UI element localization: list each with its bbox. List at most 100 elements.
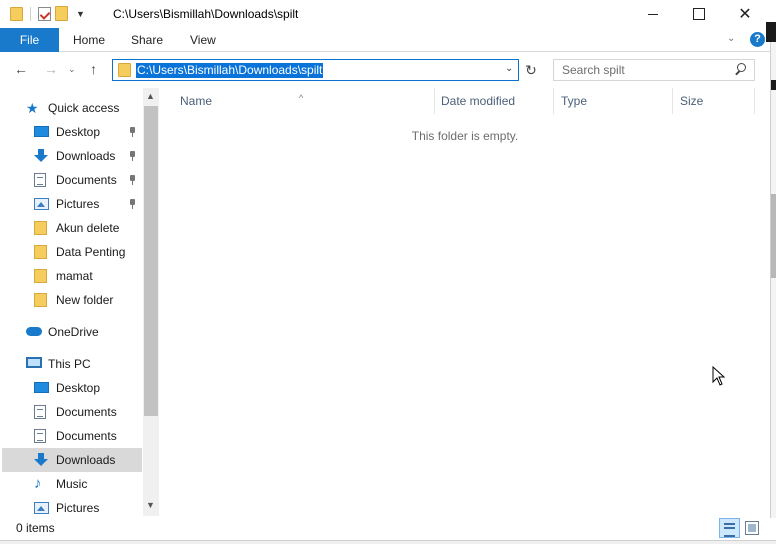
help-icon[interactable]: ?: [750, 32, 765, 47]
window-bottom-border: [0, 540, 776, 544]
star-icon: ★: [26, 100, 39, 116]
sidebar-item-label: This PC: [48, 357, 91, 371]
sidebar-item-label: Documents: [56, 405, 117, 419]
download-arrow-icon: [34, 453, 49, 467]
sidebar-item-pictures[interactable]: Pictures: [2, 192, 142, 216]
refresh-icon[interactable]: ↻: [522, 61, 540, 79]
sidebar-item-downloads[interactable]: Downloads: [2, 144, 142, 168]
sidebar-item-label: Documents: [56, 173, 117, 187]
column-header-name[interactable]: ^ Name: [160, 88, 435, 114]
background-scrollbar-thumb: [771, 194, 776, 278]
sidebar-item-desktop[interactable]: Desktop: [2, 120, 142, 144]
sort-ascending-icon: ^: [299, 93, 304, 103]
sidebar-item-onedrive[interactable]: OneDrive: [2, 320, 142, 344]
sidebar-item-label: Downloads: [56, 149, 116, 163]
column-header-label: Type: [561, 94, 588, 108]
tab-share[interactable]: Share: [121, 28, 173, 52]
folder-icon: [34, 245, 47, 259]
sidebar-item-label: OneDrive: [48, 325, 99, 339]
tab-file[interactable]: File: [0, 28, 59, 52]
document-icon: [34, 429, 46, 443]
address-row: ← → ⌄ ↑ C:\Users\Bismillah\Downloads\spi…: [0, 53, 776, 87]
sidebar-item-pc-pictures[interactable]: Pictures: [2, 496, 142, 516]
sidebar-item-label: Pictures: [56, 501, 100, 515]
document-icon: [34, 173, 46, 187]
navigation-scrollbar[interactable]: ▲ ▼: [143, 88, 159, 516]
column-header-date-modified[interactable]: Date modified: [436, 88, 554, 114]
sidebar-item-this-pc[interactable]: This PC: [2, 352, 142, 376]
sidebar-item-label: mamat: [56, 269, 93, 283]
background-window-edge: [770, 28, 776, 518]
address-bar[interactable]: C:\Users\Bismillah\Downloads\spilt ⌄: [112, 59, 519, 81]
pin-icon[interactable]: [128, 151, 137, 161]
sidebar-item-data-penting[interactable]: Data Penting: [2, 240, 142, 264]
properties-check-icon[interactable]: [38, 6, 51, 21]
sidebar-item-new-folder[interactable]: New folder: [2, 288, 142, 312]
scroll-up-chevron-icon[interactable]: ▲: [146, 91, 155, 101]
column-header-label: Name: [180, 94, 213, 108]
empty-folder-message: This folder is empty.: [411, 129, 519, 143]
scrollbar-thumb[interactable]: [144, 106, 158, 416]
sidebar-item-label: Desktop: [56, 381, 101, 395]
address-path-text[interactable]: C:\Users\Bismillah\Downloads\spilt: [136, 63, 324, 78]
quick-access-toolbar: ▼: [10, 6, 85, 21]
folder-icon: [10, 6, 23, 21]
background-edge-mark: [771, 80, 776, 90]
recent-locations-chevron-icon[interactable]: ⌄: [68, 64, 76, 75]
download-arrow-icon: [34, 149, 49, 163]
tab-view[interactable]: View: [180, 28, 226, 52]
sidebar-item-label: Akun delete: [56, 221, 120, 235]
folder-icon: [34, 269, 47, 283]
status-bar: 0 items: [0, 516, 770, 540]
sidebar-item-pc-documents-2[interactable]: Documents: [2, 424, 142, 448]
scroll-down-chevron-icon[interactable]: ▼: [146, 500, 155, 510]
sidebar-item-pc-documents[interactable]: Documents: [2, 400, 142, 424]
search-input[interactable]: Search spilt: [553, 59, 755, 81]
details-view-icon[interactable]: [719, 518, 740, 538]
search-icon[interactable]: [734, 63, 746, 75]
sidebar-item-akun-delete[interactable]: Akun delete: [2, 216, 142, 240]
sidebar-item-quick-access[interactable]: ★ Quick access: [2, 96, 142, 120]
address-history-chevron-icon[interactable]: ⌄: [505, 63, 513, 74]
forward-arrow-icon[interactable]: →: [44, 61, 58, 77]
sidebar-item-mamat[interactable]: mamat: [2, 264, 142, 288]
new-folder-icon[interactable]: [55, 6, 68, 21]
pin-icon[interactable]: [128, 199, 137, 209]
sidebar-item-documents[interactable]: Documents: [2, 168, 142, 192]
sidebar-item-label: Downloads: [56, 453, 116, 467]
customize-toolbar-dropdown-icon[interactable]: ▼: [76, 9, 85, 19]
expand-ribbon-chevron-icon[interactable]: ⌄: [727, 33, 735, 44]
pin-icon[interactable]: [128, 175, 137, 185]
music-note-icon: ♪: [34, 475, 42, 492]
tab-home[interactable]: Home: [63, 28, 115, 52]
file-list-pane[interactable]: ^ Name Date modified Type Size This fold…: [160, 88, 756, 516]
minimize-button[interactable]: [630, 0, 676, 28]
sidebar-item-label: Quick access: [48, 101, 120, 115]
close-button[interactable]: ✕: [722, 0, 768, 28]
up-arrow-icon[interactable]: ↑: [90, 61, 97, 77]
maximize-button[interactable]: [676, 0, 722, 28]
desktop-icon: [34, 382, 49, 393]
pin-icon[interactable]: [128, 127, 137, 137]
column-header-type[interactable]: Type: [556, 88, 673, 114]
title-bar: ▼ C:\Users\Bismillah\Downloads\spilt ✕: [0, 0, 776, 28]
sidebar-item-label: Desktop: [56, 125, 101, 139]
pictures-icon: [34, 502, 49, 514]
sidebar-item-pc-downloads[interactable]: Downloads: [2, 448, 142, 472]
large-icons-view-icon[interactable]: [745, 521, 759, 535]
sidebar-item-pc-music[interactable]: ♪ Music: [2, 472, 142, 496]
sidebar-item-label: Music: [56, 477, 88, 491]
sidebar-item-pc-desktop[interactable]: Desktop: [2, 376, 142, 400]
back-arrow-icon[interactable]: ←: [14, 61, 28, 77]
cloud-icon: [26, 327, 42, 336]
column-header-label: Size: [680, 94, 704, 108]
folder-icon: [118, 63, 131, 77]
sidebar-item-label: New folder: [56, 293, 114, 307]
column-header-label: Date modified: [441, 94, 516, 108]
mouse-cursor-icon: [712, 366, 726, 386]
ribbon-tabs: File Home Share View ⌄ ?: [0, 28, 776, 52]
search-placeholder: Search spilt: [562, 63, 625, 77]
window-title: C:\Users\Bismillah\Downloads\spilt: [113, 7, 299, 21]
folder-icon: [34, 293, 47, 307]
column-header-size[interactable]: Size: [675, 88, 755, 114]
